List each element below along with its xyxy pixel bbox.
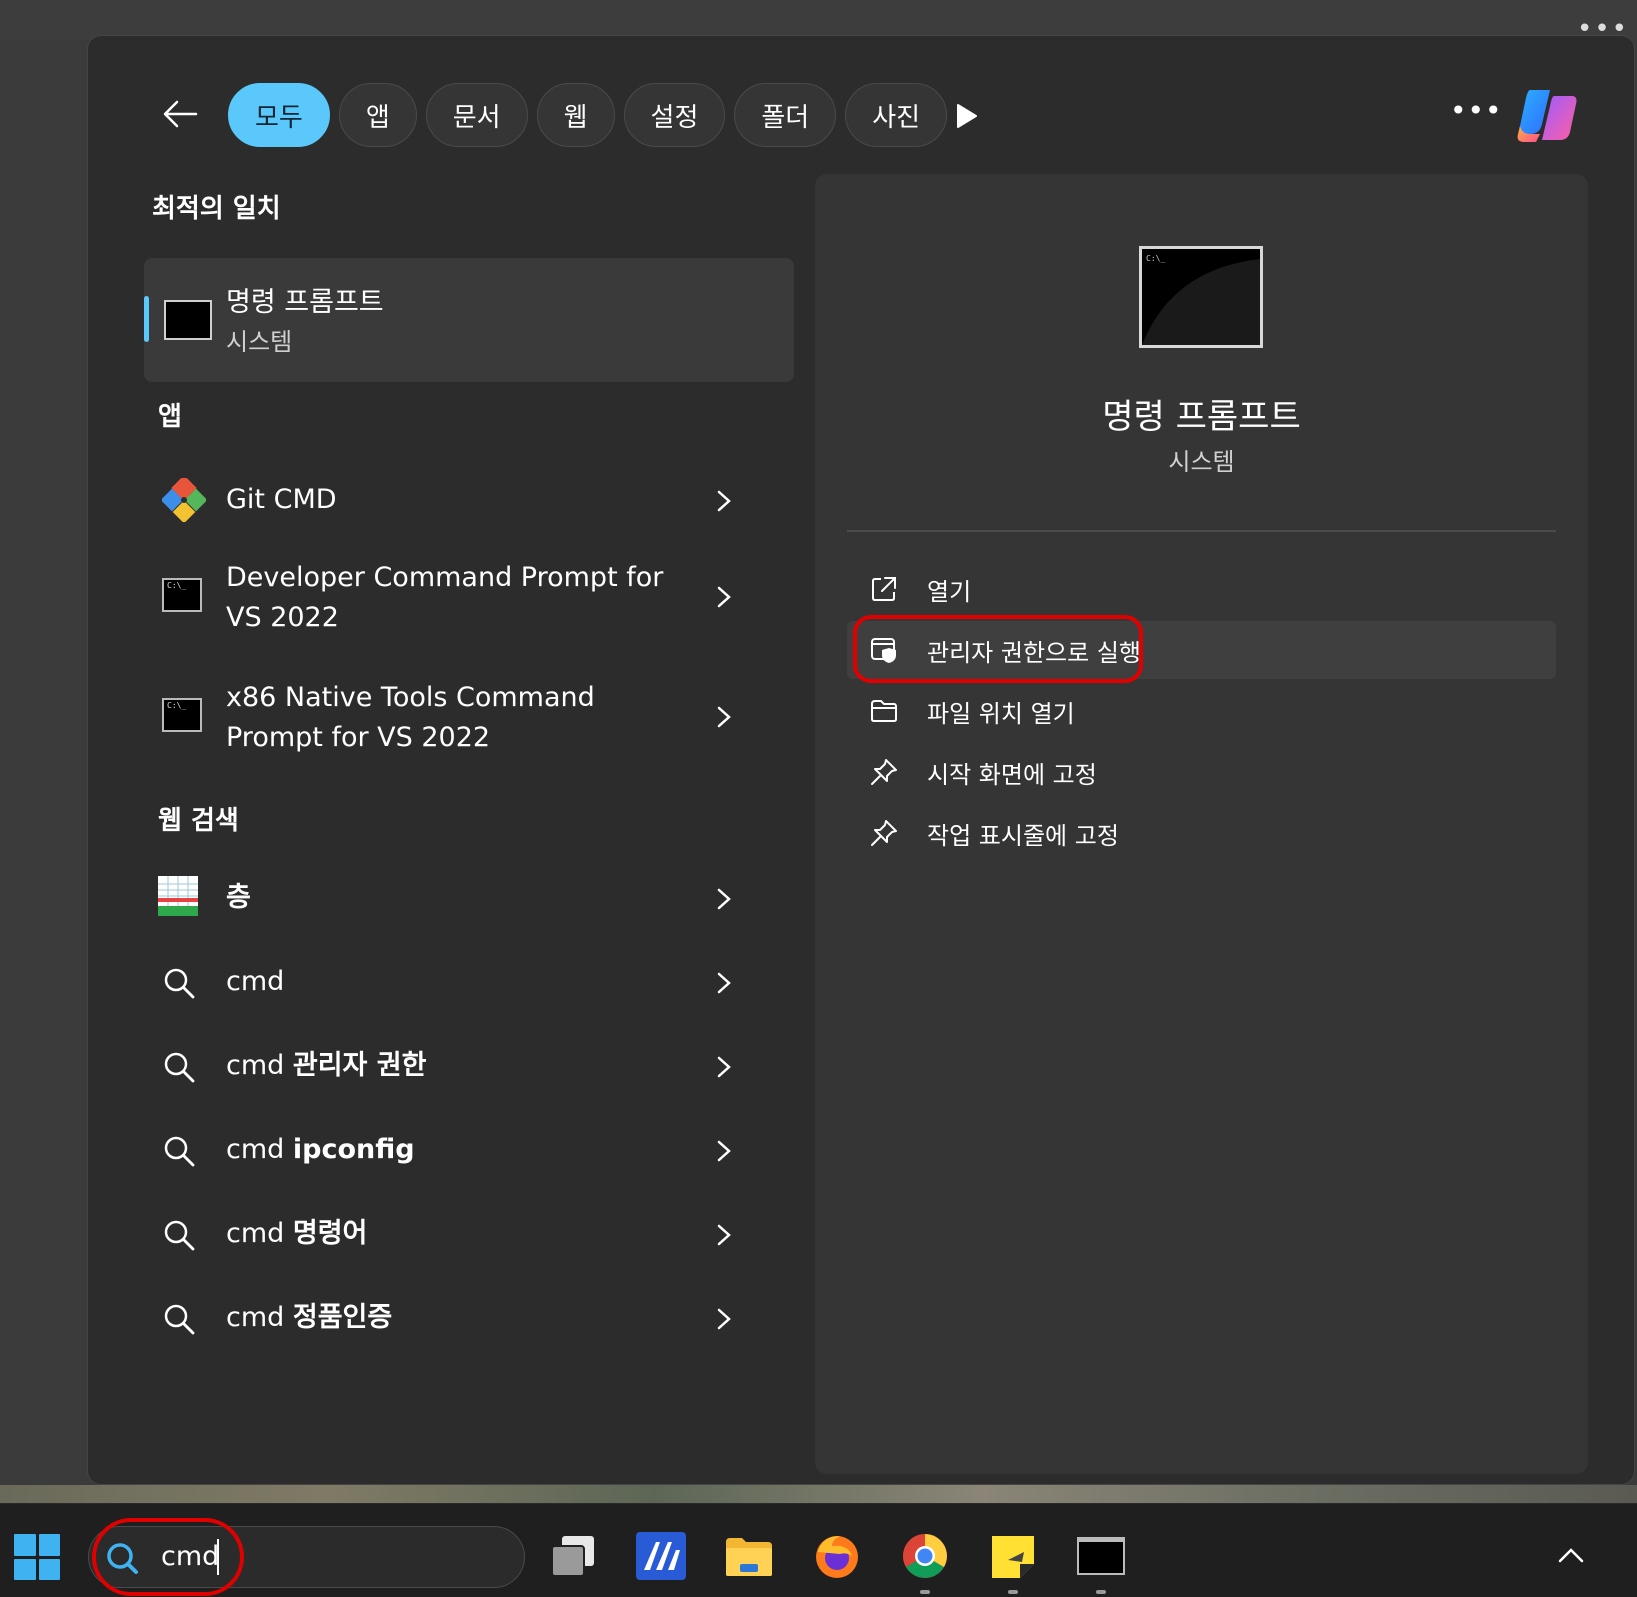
search-icon [164,1304,195,1335]
web-result-label: cmd 관리자 권한 [226,1050,427,1081]
app-item-label-line2: Prompt for VS 2022 [226,722,491,753]
chevron-right-icon[interactable] [714,705,734,729]
detail-title: 명령 프롬프트 [1102,397,1301,437]
filter-chip-settings[interactable]: 설정 [623,83,726,147]
web-result-item[interactable]: 층 [144,862,794,936]
open-external-icon [872,577,896,601]
terminal-icon: C:\_ [162,578,202,612]
app-item-developer-command-prompt[interactable]: C:\_ Developer Command Prompt for VS 202… [144,546,794,650]
chevron-up-icon[interactable] [1558,1546,1584,1564]
app-item-git-cmd[interactable]: Git CMD [144,464,794,538]
start-button[interactable] [14,1534,60,1580]
chevron-right-icon[interactable] [714,489,734,513]
command-prompt-taskbar-icon[interactable] [1076,1532,1126,1580]
web-result-label: 층 [226,882,251,913]
app-item-label-line2: VS 2022 [226,602,339,633]
action-open[interactable]: 열기 [847,560,1556,618]
search-icon [164,968,195,999]
search-panel: 모두 앱 문서 웹 설정 폴더 사진 ••• 최적의 일치 명령 프롬프트 시스… [87,35,1635,1485]
best-match-heading: 최적의 일치 [152,194,281,224]
pin-icon [871,759,897,785]
folder-icon [871,700,897,722]
windows-logo-pane [14,1534,36,1556]
git-icon [162,478,206,522]
web-result-item[interactable]: cmd 관리자 권한 [144,1030,794,1104]
web-result-thumbnail [158,876,198,916]
search-icon [164,1052,195,1083]
filter-chip-documents[interactable]: 문서 [425,83,528,147]
web-result-label: cmd 명령어 [226,1218,368,1249]
chevron-right-icon[interactable] [714,1223,734,1247]
web-result-item[interactable]: cmd 명령어 [144,1198,794,1272]
filter-chip-apps[interactable]: 앱 [338,83,417,147]
firefox-icon[interactable] [812,1532,862,1580]
windows-logo-pane [14,1558,36,1580]
web-search-heading: 웹 검색 [158,806,239,836]
search-icon [164,1220,195,1251]
terminal-icon: C:\_ [162,698,202,732]
running-indicator [920,1590,930,1594]
best-match-type: 시스템 [226,328,293,356]
wallpaper-strip [0,1485,1637,1503]
window-behind-strip: ••• [0,0,1637,44]
taskbar: cmd [0,1503,1637,1597]
desktop: ••• 모두 앱 문서 웹 설정 폴더 사진 ••• 최적의 일치 명령 프롬프… [0,0,1637,1597]
action-label: 시작 화면에 고정 [927,761,1097,789]
windows-logo-pane [38,1558,60,1580]
action-pin-to-start[interactable]: 시작 화면에 고정 [847,743,1556,801]
task-view-icon[interactable] [548,1532,598,1580]
scroll-filters-right-icon[interactable] [954,103,978,129]
best-match-item[interactable]: 명령 프롬프트 시스템 [144,258,794,382]
web-result-item[interactable]: cmd [144,946,794,1020]
copilot-icon[interactable] [1516,84,1580,146]
filter-chip-photos[interactable]: 사진 [845,83,948,147]
selection-indicator [144,296,149,342]
filter-chip-folders[interactable]: 폴더 [734,83,837,147]
app-item-x86-native-tools[interactable]: C:\_ x86 Native Tools Command Prompt for… [144,664,794,768]
chevron-right-icon[interactable] [714,971,734,995]
action-label: 파일 위치 열기 [927,700,1075,728]
windows-logo-pane [38,1534,60,1556]
filter-chip-all[interactable]: 모두 [228,83,330,147]
detail-subtitle: 시스템 [1168,448,1235,476]
app-icon-editor[interactable] [636,1532,686,1580]
web-result-label: cmd 정품인증 [226,1302,393,1333]
chevron-right-icon[interactable] [714,1307,734,1331]
web-result-item[interactable]: cmd ipconfig [144,1114,794,1188]
running-indicator [1008,1590,1018,1594]
action-pin-to-taskbar[interactable]: 작업 표시줄에 고정 [847,804,1556,862]
detail-pane: C:\_ 명령 프롬프트 시스템 열기 관리자 권한으로 실행 파일 위치 열기… [815,174,1588,1474]
action-label: 열기 [927,578,972,606]
action-label: 작업 표시줄에 고정 [927,822,1119,850]
chrome-icon[interactable] [900,1532,950,1580]
pin-icon [871,820,897,846]
action-open-file-location[interactable]: 파일 위치 열기 [847,682,1556,740]
command-prompt-icon [164,300,212,340]
apps-heading: 앱 [158,402,182,432]
file-explorer-icon[interactable] [724,1532,774,1580]
more-options-icon[interactable]: ••• [1450,94,1503,127]
red-annotation-circle [853,615,1143,683]
web-result-item[interactable]: cmd 정품인증 [144,1282,794,1356]
app-item-label-line1: x86 Native Tools Command [226,682,595,713]
chevron-right-icon[interactable] [714,887,734,911]
filter-chip-web[interactable]: 웹 [536,83,615,147]
app-item-label: Git CMD [226,484,337,515]
web-result-label: cmd ipconfig [226,1134,415,1165]
detail-divider [847,530,1556,532]
back-arrow-icon[interactable] [160,94,200,134]
sticky-notes-icon[interactable] [988,1532,1038,1580]
command-prompt-large-icon: C:\_ [1139,246,1263,348]
running-indicator [1096,1590,1106,1594]
app-item-label-line1: Developer Command Prompt for [226,562,664,593]
chevron-right-icon[interactable] [714,585,734,609]
search-icon [164,1136,195,1167]
best-match-name: 명령 프롬프트 [226,287,384,318]
svg-text:C:\_: C:\_ [1146,254,1165,263]
chevron-right-icon[interactable] [714,1055,734,1079]
red-annotation-circle [92,1518,244,1596]
filter-chips: 모두 앱 문서 웹 설정 폴더 사진 [228,83,948,147]
web-result-label: cmd [226,966,285,997]
chevron-right-icon[interactable] [714,1139,734,1163]
